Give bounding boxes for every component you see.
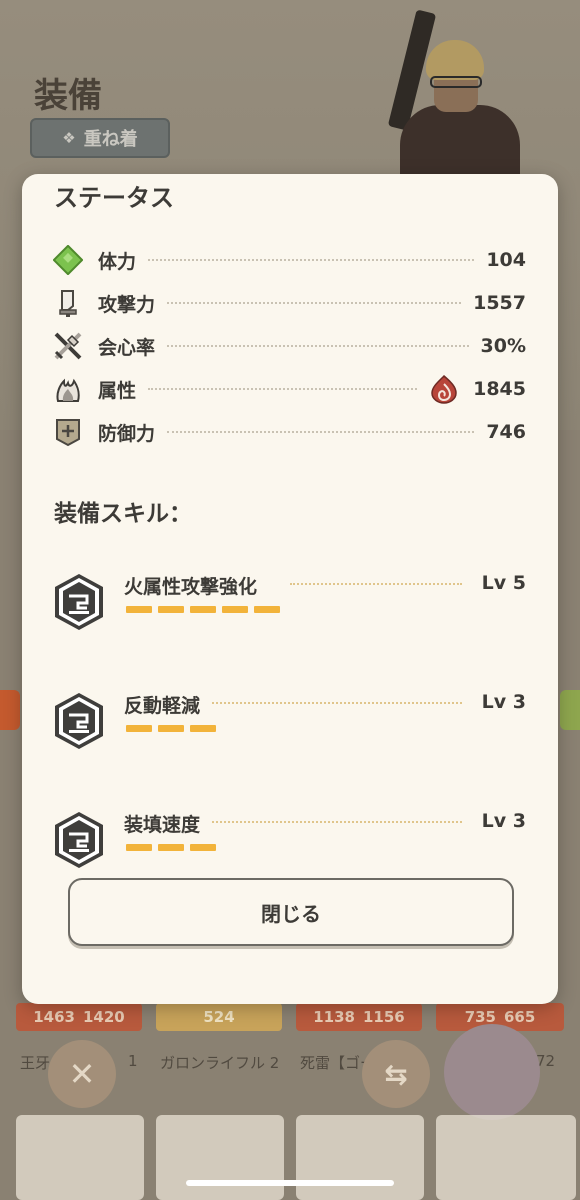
weapon-name-1: 王牙 — [20, 1054, 51, 1072]
layered-armor-button[interactable]: ❖ 重ね着 — [30, 118, 170, 158]
stat-value: 746 — [486, 421, 526, 443]
level-bar-segment — [190, 606, 216, 613]
weapon-card-stats-3: 1138 1156 — [296, 1003, 422, 1031]
level-bar-segment — [190, 725, 216, 732]
card-stat-a: 1138 — [313, 1008, 355, 1026]
status-modal: ステータス 体力 104 攻撃力 1557 会心率 30% 属性 1845 防御… — [22, 174, 558, 1004]
stat-label: 攻撃力 — [98, 293, 156, 316]
level-bar-segment — [126, 844, 152, 851]
level-bar-segment — [158, 725, 184, 732]
defense-shield-icon — [52, 416, 84, 448]
level-bar-segment — [222, 606, 248, 613]
affinity-crossed-icon — [52, 330, 84, 362]
level-bar-segment — [126, 725, 152, 732]
equipment-slot-1[interactable] — [16, 1115, 144, 1200]
level-bar-segment — [254, 606, 280, 613]
weapon-preview-icon[interactable] — [444, 1024, 540, 1120]
skill-row: 装填速度 Lv 3 — [52, 810, 526, 874]
skill-name: 装填速度 — [124, 814, 201, 836]
home-indicator[interactable] — [186, 1180, 394, 1186]
leader-dots — [167, 302, 462, 304]
close-button[interactable]: 閉じる — [68, 878, 514, 946]
attack-blade-icon — [52, 287, 84, 319]
stat-value: 1557 — [473, 292, 526, 314]
page-title: 装備 — [34, 76, 102, 116]
cancel-x-icon[interactable]: ✕ — [48, 1040, 116, 1108]
skill-name: 反動軽減 — [124, 695, 201, 717]
level-bar-segment — [158, 844, 184, 851]
swap-arrows-icon[interactable]: ⇆ — [362, 1040, 430, 1108]
level-bar-segment — [126, 606, 152, 613]
stat-label: 防御力 — [98, 422, 156, 445]
equipment-slot-3[interactable] — [296, 1115, 424, 1200]
card-stat-b: 1420 — [83, 1008, 125, 1026]
weapon-card-stats-2: 524 — [156, 1003, 282, 1031]
status-section-title: ステータス — [54, 184, 174, 212]
leader-dots — [167, 345, 469, 347]
leader-dots — [212, 702, 462, 704]
close-button-label: 閉じる — [261, 901, 321, 926]
stat-value: 104 — [486, 249, 526, 271]
equipment-slot-4[interactable] — [436, 1115, 576, 1200]
skill-hex-icon — [55, 574, 103, 630]
skill-level-text: Lv 3 — [481, 810, 526, 832]
stat-row-element: 属性 1845 — [52, 373, 526, 405]
weapon-name-2: ガロンライフル 2 — [160, 1054, 280, 1072]
skill-hex-icon — [55, 812, 103, 868]
skill-name: 火属性攻撃強化 — [124, 576, 258, 598]
stat-value: 1845 — [473, 378, 526, 400]
side-tab-right — [560, 690, 580, 730]
skill-level-bars — [126, 844, 216, 851]
skill-level-bars — [126, 606, 280, 613]
element-fire-icon — [52, 373, 84, 405]
stat-row-affinity: 会心率 30% — [52, 330, 526, 362]
skills-section-title: 装備スキル： — [54, 501, 192, 527]
leader-dots — [167, 431, 475, 433]
side-tab-left — [0, 690, 20, 730]
stat-row-attack: 攻撃力 1557 — [52, 287, 526, 319]
layer-shirt-icon: ❖ — [62, 129, 76, 147]
skill-level-text: Lv 5 — [481, 572, 526, 594]
level-bar-segment — [190, 844, 216, 851]
health-diamond-icon — [52, 244, 84, 276]
hunter-glasses — [430, 76, 482, 88]
leader-dots — [212, 821, 462, 823]
stat-row-defense: 防御力 746 — [52, 416, 526, 448]
skill-row: 反動軽減 Lv 3 — [52, 691, 526, 755]
fire-element-icon — [431, 374, 457, 404]
card-stat-b: 1156 — [363, 1008, 405, 1026]
hunter-hair — [426, 40, 484, 80]
stat-label: 属性 — [98, 379, 137, 402]
hunter-character — [380, 9, 540, 195]
card-stat-a: 1463 — [33, 1008, 75, 1026]
leader-dots — [148, 259, 475, 261]
card-stat-b: 665 — [504, 1008, 536, 1026]
stat-label: 会心率 — [98, 336, 156, 359]
weapon-count-1: 1 — [128, 1052, 138, 1070]
skill-level-text: Lv 3 — [481, 691, 526, 713]
stat-row-health: 体力 104 — [52, 244, 526, 276]
stat-label: 体力 — [98, 250, 137, 273]
card-stat-a: 524 — [203, 1008, 235, 1026]
equipment-slot-2[interactable] — [156, 1115, 284, 1200]
leader-dots — [290, 583, 462, 585]
stat-value: 30% — [480, 335, 526, 357]
skill-row: 火属性攻撃強化 Lv 5 — [52, 572, 526, 636]
skill-hex-icon — [55, 693, 103, 749]
level-bar-segment — [158, 606, 184, 613]
leader-dots — [148, 388, 418, 390]
weapon-card-stats-1: 1463 1420 — [16, 1003, 142, 1031]
layered-armor-label: 重ね着 — [83, 129, 138, 150]
skill-level-bars — [126, 725, 216, 732]
